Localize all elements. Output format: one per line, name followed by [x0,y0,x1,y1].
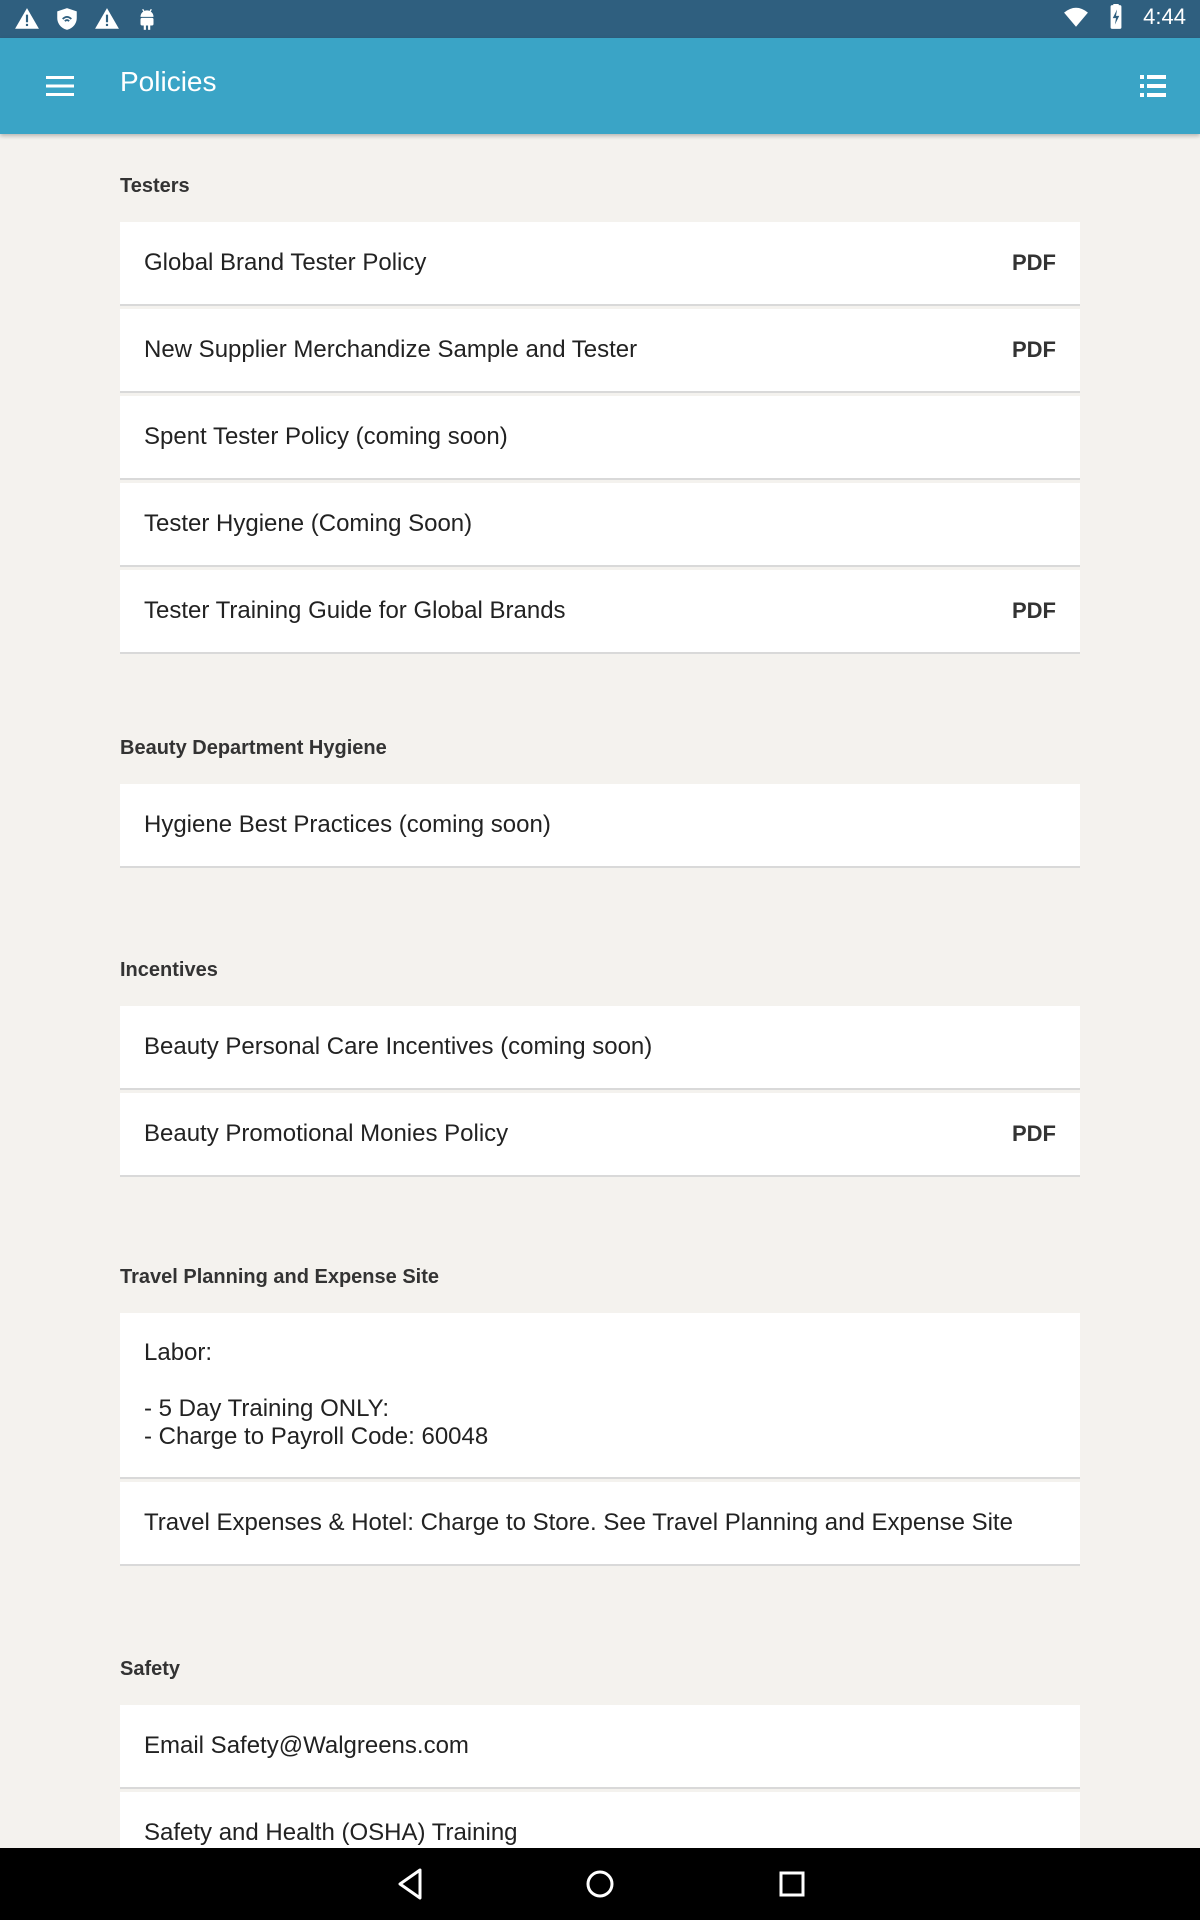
back-icon[interactable] [392,1866,428,1902]
list-item[interactable]: Global Brand Tester Policy PDF [120,222,1080,306]
system-nav-bar [0,1848,1200,1920]
list-item[interactable]: Safety and Health (OSHA) Training [120,1792,1080,1848]
section-header: Beauty Department Hygiene [120,737,387,759]
status-bar: 4:44 [0,0,1200,38]
list-item[interactable]: Email Safety@Walgreens.com [120,1705,1080,1789]
android-icon [134,6,160,32]
item-label: Hygiene Best Practices (coming soon) [144,811,551,838]
wifi-icon [1063,4,1089,30]
item-label: New Supplier Merchandize Sample and Test… [144,336,638,363]
section-header: Safety [120,1658,181,1680]
page-title: Policies [120,66,217,97]
section-incentives: Incentives Beauty Personal Care Incentiv… [120,956,1080,1180]
item-label: Beauty Personal Care Incentives (coming … [144,1033,653,1060]
list-view-icon[interactable] [1130,66,1176,106]
list-item[interactable]: New Supplier Merchandize Sample and Test… [120,309,1080,393]
item-label: Travel Expenses & Hotel: Charge to Store… [144,1509,1013,1536]
item-label: Beauty Promotional Monies Policy [144,1120,509,1147]
item-label: Labor: - 5 Day Training ONLY: - Charge t… [144,1339,489,1450]
item-label: Tester Hygiene (Coming Soon) [144,510,473,537]
app-bar: Policies [0,38,1200,134]
item-label: Spent Tester Policy (coming soon) [144,423,508,450]
section-header: Incentives [120,959,218,981]
pdf-badge: PDF [1012,250,1056,275]
warning-icon [14,6,40,32]
pdf-badge: PDF [1012,337,1056,362]
item-label: Safety and Health (OSHA) Training [144,1819,518,1846]
list-item[interactable]: Tester Hygiene (Coming Soon) [120,483,1080,567]
section-safety: Safety Email Safety@Walgreens.com Safety… [120,1655,1080,1848]
section-beauty-hygiene: Beauty Department Hygiene Hygiene Best P… [120,734,1080,871]
list-item[interactable]: Tester Training Guide for Global Brands … [120,570,1080,654]
item-label: Email Safety@Walgreens.com [144,1732,469,1759]
section-header: Travel Planning and Expense Site [120,1266,439,1288]
list-item[interactable]: Spent Tester Policy (coming soon) [120,396,1080,480]
list-item[interactable]: Travel Expenses & Hotel: Charge to Store… [120,1482,1080,1566]
pdf-badge: PDF [1012,598,1056,623]
pdf-badge: PDF [1012,1121,1056,1146]
list-item[interactable]: Beauty Personal Care Incentives (coming … [120,1006,1080,1090]
status-time: 4:44 [1143,4,1186,29]
hamburger-menu-icon[interactable] [36,68,84,104]
section-testers: Testers Global Brand Tester Policy PDF N… [120,172,1080,657]
warning-icon [94,6,120,32]
list-item[interactable]: Beauty Promotional Monies Policy PDF [120,1093,1080,1177]
item-label: Tester Training Guide for Global Brands [144,597,566,624]
battery-icon [1103,4,1129,30]
section-travel: Travel Planning and Expense Site Labor: … [120,1263,1080,1569]
section-header: Testers [120,175,190,197]
recents-icon[interactable] [774,1866,810,1902]
policies-list[interactable]: Testers Global Brand Tester Policy PDF N… [0,134,1200,1848]
list-item[interactable]: Labor: - 5 Day Training ONLY: - Charge t… [120,1313,1080,1479]
item-label: Global Brand Tester Policy [144,249,427,276]
shield-icon [54,6,80,32]
list-item[interactable]: Hygiene Best Practices (coming soon) [120,784,1080,868]
home-icon[interactable] [582,1866,618,1902]
